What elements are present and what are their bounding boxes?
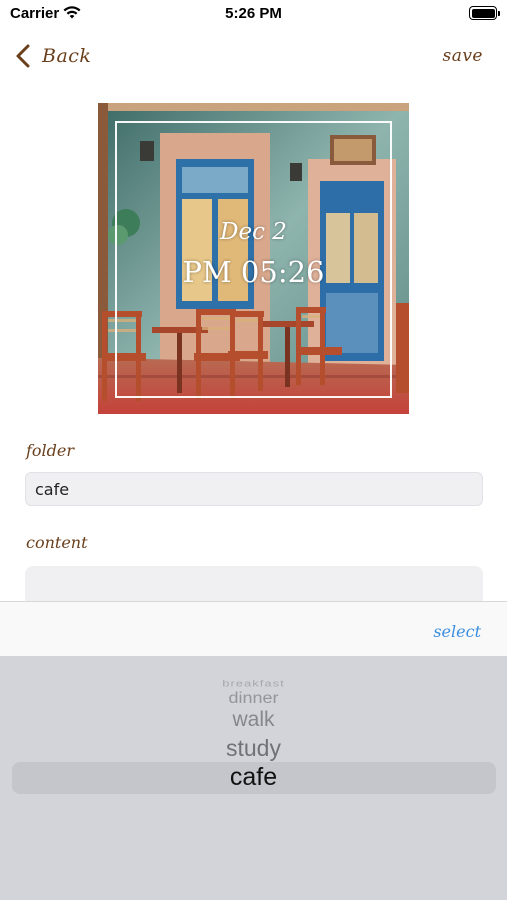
photo-date: Dec 2 [220,219,287,245]
folder-label: folder [26,441,75,460]
status-bar: Carrier 5:26 PM [0,0,507,30]
photo-time: PM 05:26 [182,255,325,289]
picker-item[interactable]: walk [0,708,507,732]
back-label: Back [42,45,92,67]
cafe-photo[interactable]: Dec 2 PM 05:26 [98,103,409,414]
picker-item-selected[interactable]: cafe [0,763,507,792]
back-button[interactable]: Back [14,40,91,72]
folder-input-value: cafe [35,479,70,499]
folder-input[interactable]: cafe [25,472,483,506]
picker-item[interactable]: breakfast [0,678,507,689]
picker-item[interactable]: dinner [0,690,507,708]
chevron-left-icon [16,44,30,68]
save-button[interactable]: save [442,46,483,66]
folder-picker[interactable]: breakfast dinner walk study cafe [0,656,507,900]
status-time: 5:26 PM [225,5,282,22]
content-label: content [26,533,88,552]
picker-item[interactable]: study [0,735,507,762]
navigation-bar: Back save [0,36,507,76]
battery-icon [469,6,500,20]
picker-toolbar: select [0,601,507,656]
select-button[interactable]: select [433,622,481,641]
